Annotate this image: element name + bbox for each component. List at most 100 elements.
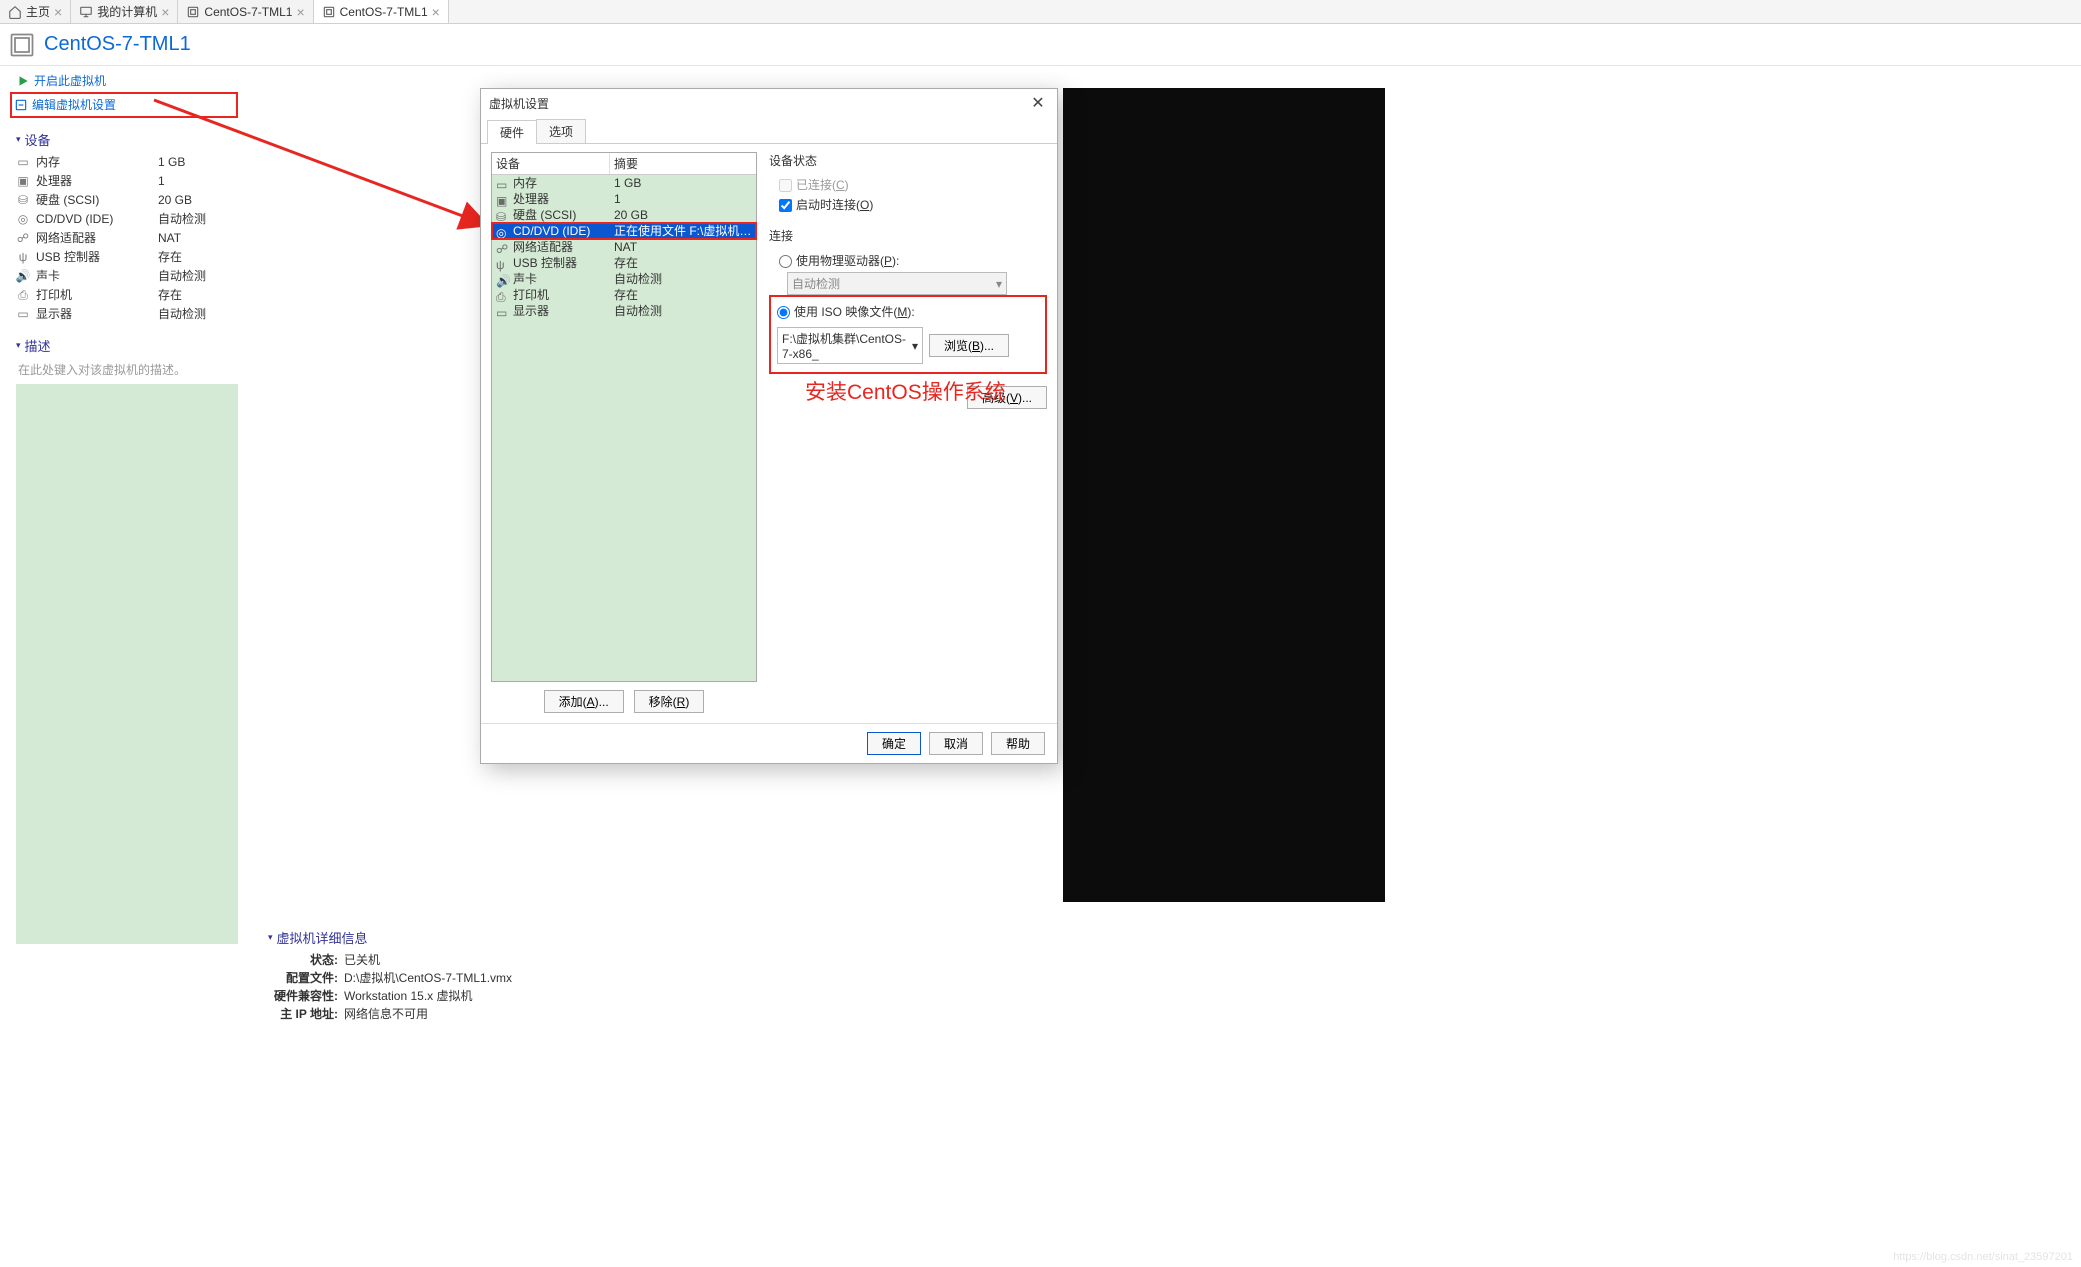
hw-row[interactable]: ⎙打印机存在 <box>492 287 756 303</box>
vm-settings-dialog: 虚拟机设置 ✕ 硬件 选项 设备 摘要 ▭内存1 GB ▣处理器1 ⛁硬盘 (S… <box>480 88 1058 764</box>
iso-highlight-box: 使用 ISO 映像文件(M): F:\虚拟机集群\CentOS-7-x86_ ▾… <box>769 295 1047 374</box>
dialog-tabs: 硬件 选项 <box>481 119 1057 144</box>
connection-title: 连接 <box>769 227 1047 244</box>
edit-settings-highlight: 编辑虚拟机设置 <box>10 92 238 118</box>
hw-row[interactable]: ⛁硬盘 (SCSI)20 GB <box>492 207 756 223</box>
col-summary: 摘要 <box>610 153 756 174</box>
hw-row-cddvd-selected[interactable]: ◎CD/DVD (IDE)正在使用文件 F:\虚拟机集群... <box>492 223 756 239</box>
tab-options[interactable]: 选项 <box>536 119 586 143</box>
usb-icon: ψ <box>16 251 30 265</box>
vm-icon <box>186 5 200 19</box>
description-header[interactable]: 描述 <box>16 336 238 355</box>
add-button[interactable]: 添加(A)... <box>544 690 624 713</box>
chevron-down-icon: ▾ <box>912 339 918 353</box>
disk-icon: ⛁ <box>496 209 509 222</box>
ok-button[interactable]: 确定 <box>867 732 921 755</box>
description-box[interactable] <box>16 384 238 944</box>
hw-row[interactable]: ▭显示器自动检测 <box>492 303 756 319</box>
hardware-list[interactable]: 设备 摘要 ▭内存1 GB ▣处理器1 ⛁硬盘 (SCSI)20 GB ◎CD/… <box>491 152 757 682</box>
home-icon <box>8 5 22 19</box>
edit-settings-link[interactable]: 编辑虚拟机设置 <box>14 96 176 114</box>
memory-icon: ▭ <box>496 177 509 190</box>
hw-row[interactable]: ψUSB 控制器存在 <box>492 255 756 271</box>
dialog-footer: 确定 取消 帮助 <box>481 723 1057 763</box>
tab-label: 我的计算机 <box>97 3 157 20</box>
connect-on-input[interactable] <box>779 199 792 212</box>
device-row[interactable]: ⎙打印机存在 <box>16 286 238 305</box>
device-list: ▭内存1 GB ▣处理器1 ⛁硬盘 (SCSI)20 GB ◎CD/DVD (I… <box>16 153 238 324</box>
device-row[interactable]: ▭内存1 GB <box>16 153 238 172</box>
device-row[interactable]: ⛁硬盘 (SCSI)20 GB <box>16 191 238 210</box>
iso-path-combo[interactable]: F:\虚拟机集群\CentOS-7-x86_ ▾ <box>777 327 923 364</box>
power-on-link[interactable]: 开启此虚拟机 <box>16 72 238 90</box>
hardware-list-header: 设备 摘要 <box>492 153 756 175</box>
vm-icon <box>322 5 336 19</box>
vm-title: CentOS-7-TML1 <box>44 33 191 56</box>
browse-button[interactable]: 浏览(B)... <box>929 334 1009 357</box>
vm-preview <box>1063 88 1385 902</box>
tab-label: CentOS-7-TML1 <box>204 5 292 19</box>
close-icon[interactable]: × <box>296 5 304 19</box>
disk-icon: ⛁ <box>16 194 30 208</box>
tab-vm-2-active[interactable]: CentOS-7-TML1 × <box>314 0 449 23</box>
device-row[interactable]: ▭显示器自动检测 <box>16 305 238 324</box>
device-row[interactable]: 🔊声卡自动检测 <box>16 267 238 286</box>
usb-icon: ψ <box>496 257 509 270</box>
cd-icon: ◎ <box>16 213 30 227</box>
device-row[interactable]: ☍网络适配器NAT <box>16 229 238 248</box>
monitor-icon <box>79 5 93 19</box>
hw-row[interactable]: ▣处理器1 <box>492 191 756 207</box>
memory-icon: ▭ <box>16 156 30 170</box>
hw-row[interactable]: ☍网络适配器NAT <box>492 239 756 255</box>
power-on-label: 开启此虚拟机 <box>34 72 106 90</box>
cpu-icon: ▣ <box>16 175 30 189</box>
display-icon: ▭ <box>16 308 30 322</box>
sound-icon: 🔊 <box>496 273 509 286</box>
close-icon[interactable]: ✕ <box>1027 93 1049 113</box>
tab-vm-1[interactable]: CentOS-7-TML1 × <box>178 0 313 23</box>
device-row[interactable]: ψUSB 控制器存在 <box>16 248 238 267</box>
col-device: 设备 <box>492 153 610 174</box>
devices-header[interactable]: 设备 <box>16 130 238 149</box>
iso-radio-input[interactable] <box>777 306 790 319</box>
cd-icon: ◎ <box>496 225 509 238</box>
vm-details: 虚拟机详细信息 状态:已关机 配置文件:D:\虚拟机\CentOS-7-TML1… <box>268 928 512 1023</box>
device-row[interactable]: ◎CD/DVD (IDE)自动检测 <box>16 210 238 229</box>
net-icon: ☍ <box>496 241 509 254</box>
vm-title-icon <box>8 31 36 59</box>
cancel-button[interactable]: 取消 <box>929 732 983 755</box>
device-row[interactable]: ▣处理器1 <box>16 172 238 191</box>
connect-on-poweron-checkbox[interactable]: 启动时连接(O) <box>769 195 1047 215</box>
sound-icon: 🔊 <box>16 270 30 284</box>
tab-label: CentOS-7-TML1 <box>340 5 428 19</box>
help-button[interactable]: 帮助 <box>991 732 1045 755</box>
net-icon: ☍ <box>16 232 30 246</box>
watermark: https://blog.csdn.net/sinat_23597201 <box>1893 1251 2073 1263</box>
dialog-titlebar[interactable]: 虚拟机设置 ✕ <box>481 89 1057 117</box>
left-panel: 开启此虚拟机 编辑虚拟机设置 设备 ▭内存1 GB ▣处理器1 ⛁硬盘 (SCS… <box>0 66 250 944</box>
close-icon[interactable]: × <box>54 5 62 19</box>
use-iso-radio[interactable]: 使用 ISO 映像文件(M): <box>777 301 1039 323</box>
description-placeholder: 在此处键入对该虚拟机的描述。 <box>16 359 238 380</box>
connected-checkbox: 已连接(C) <box>769 175 1047 195</box>
vm-title-row: CentOS-7-TML1 <box>0 24 2081 66</box>
close-icon[interactable]: × <box>432 5 440 19</box>
hw-row[interactable]: ▭内存1 GB <box>492 175 756 191</box>
hw-row[interactable]: 🔊声卡自动检测 <box>492 271 756 287</box>
tab-my-computer[interactable]: 我的计算机 × <box>71 0 178 23</box>
use-physical-radio[interactable]: 使用物理驱动器(P): <box>769 250 1047 272</box>
dialog-title: 虚拟机设置 <box>489 95 549 112</box>
tab-label: 主页 <box>26 3 50 20</box>
close-icon[interactable]: × <box>161 5 169 19</box>
tab-bar: 主页 × 我的计算机 × CentOS-7-TML1 × CentOS-7-TM… <box>0 0 2081 24</box>
vm-details-header[interactable]: 虚拟机详细信息 <box>268 928 512 947</box>
device-status-title: 设备状态 <box>769 152 1047 169</box>
edit-settings-label: 编辑虚拟机设置 <box>32 96 116 114</box>
printer-icon: ⎙ <box>496 289 509 302</box>
tab-hardware[interactable]: 硬件 <box>487 120 537 144</box>
annotation-text: 安装CentOS操作系统 <box>805 376 1006 406</box>
printer-icon: ⎙ <box>16 289 30 303</box>
physical-radio-input[interactable] <box>779 255 792 268</box>
remove-button[interactable]: 移除(R) <box>634 690 705 713</box>
tab-home[interactable]: 主页 × <box>0 0 71 23</box>
